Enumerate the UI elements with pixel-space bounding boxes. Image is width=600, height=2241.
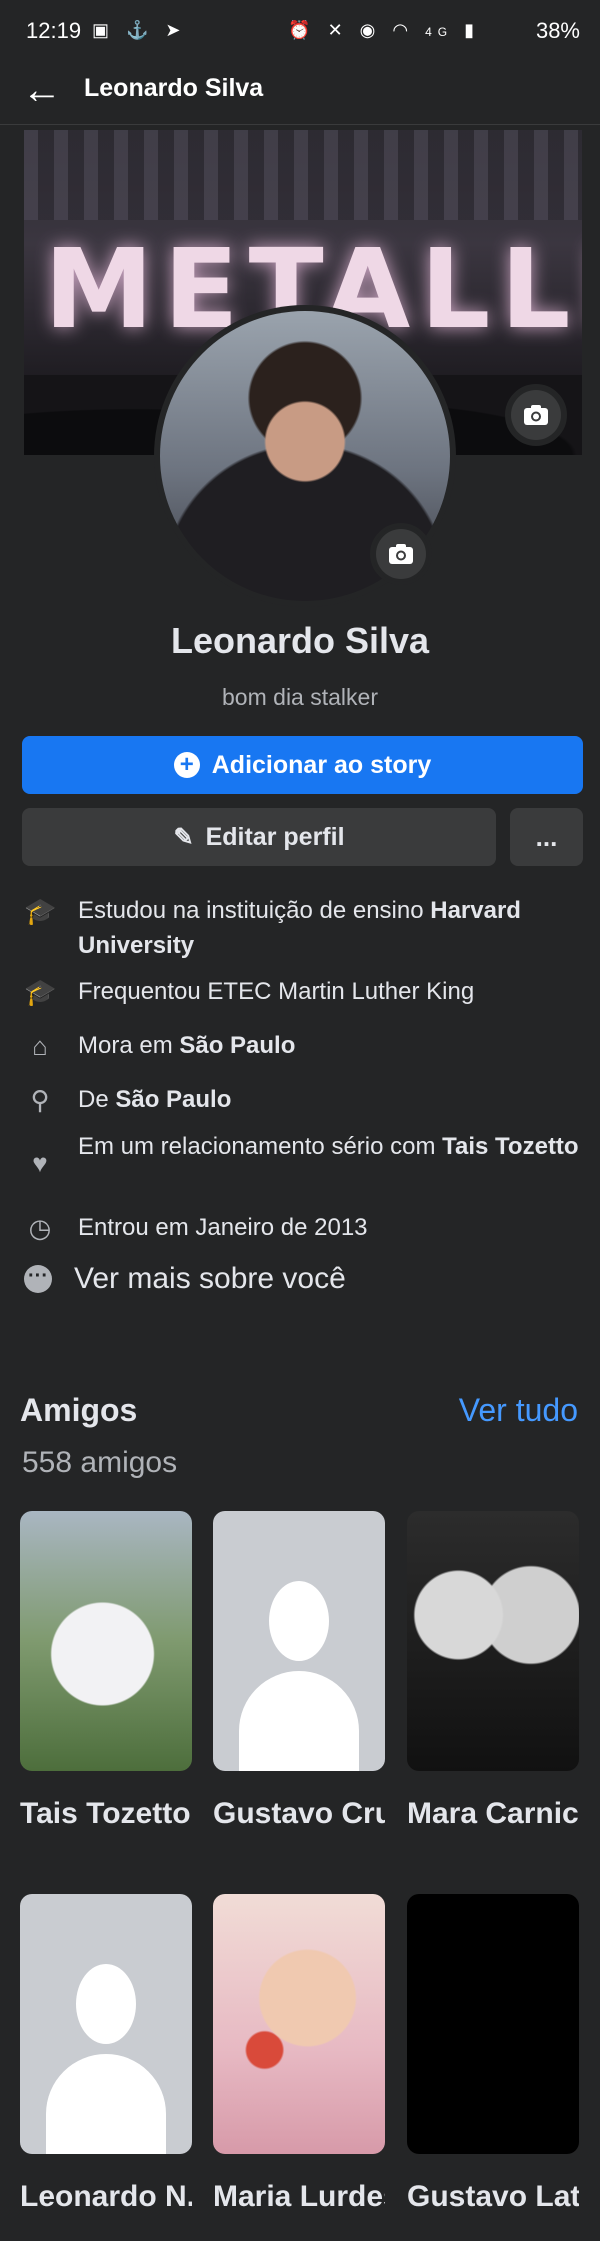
home-icon: ⌂ xyxy=(32,1031,48,1061)
friend-card[interactable]: Tais Tozetto xyxy=(20,1511,192,1831)
camera-icon xyxy=(376,529,426,579)
detail-bold: São Paulo xyxy=(115,1086,232,1113)
detail-text: Estudou na instituição de ensino xyxy=(78,897,431,924)
friend-photo xyxy=(20,1894,192,2154)
detail-text: Entrou em Janeiro de 2013 xyxy=(78,1214,368,1241)
plus-circle-icon: + xyxy=(173,752,200,778)
location-pin-icon: ⚲ xyxy=(30,1085,50,1115)
friend-card[interactable]: Gustavo Cruz xyxy=(213,1511,385,1831)
detail-text: Em um relacionamento sério com xyxy=(78,1133,443,1160)
graduation-cap-icon: 🎓 xyxy=(24,896,57,926)
add-story-label: Adicionar ao story xyxy=(211,750,432,779)
see-all-friends-link[interactable]: Ver tudo xyxy=(459,1392,578,1429)
friend-name: Mara Carnic... xyxy=(407,1797,579,1830)
see-more-about-label: Ver mais sobre você xyxy=(74,1262,346,1295)
profile-bio: bom dia stalker xyxy=(222,684,378,710)
top-nav: ← Leonardo Silva xyxy=(0,62,600,125)
cover-camera-button[interactable] xyxy=(505,384,567,446)
status-bar: 12:19 ▣ ⚓ ➤ ⏰ ✕ ◉ ◠ 4G ▮ 38% xyxy=(0,0,600,62)
more-dots-icon: ... xyxy=(535,821,558,852)
detail-school: 🎓 Frequentou ETEC Martin Luther King xyxy=(24,974,584,1009)
camera-icon xyxy=(511,390,561,440)
status-time: 12:19 xyxy=(26,18,82,43)
detail-text: Frequentou ETEC Martin Luther King xyxy=(78,978,475,1005)
friends-title: Amigos xyxy=(20,1392,138,1428)
friend-photo xyxy=(407,1511,579,1771)
detail-text: Mora em xyxy=(78,1032,180,1059)
heart-icon: ♥ xyxy=(32,1148,48,1178)
detail-relationship: ♥ Em um relacionamento sério com Tais To… xyxy=(24,1129,584,1179)
detail-from: ⚲ De São Paulo xyxy=(24,1082,584,1117)
friend-card[interactable]: Maria Lurdes xyxy=(213,1894,385,2214)
pencil-icon: ✎ xyxy=(173,823,194,851)
more-dots-icon: ··· xyxy=(24,1265,52,1293)
add-story-button[interactable]: + Adicionar ao story xyxy=(22,736,583,794)
friend-card[interactable]: Gustavo Lat... xyxy=(407,1894,579,2214)
graduation-cap-icon: 🎓 xyxy=(24,977,57,1007)
edit-profile-label: Editar perfil xyxy=(205,822,345,851)
back-arrow-icon[interactable]: ← xyxy=(22,70,62,110)
friend-photo xyxy=(20,1511,192,1771)
clock-icon: ◷ xyxy=(28,1213,52,1243)
friend-name: Leonardo N... xyxy=(20,2180,192,2213)
profile-name: Leonardo Silva xyxy=(170,620,430,661)
nav-title: Leonardo Silva xyxy=(84,74,264,102)
system-icons: ⏰ ✕ ◉ ◠ 4G ▮ xyxy=(288,20,480,40)
friend-photo xyxy=(407,1894,579,2154)
network-label: 4G xyxy=(425,25,454,39)
avatar-camera-button[interactable] xyxy=(370,523,432,585)
friend-card[interactable]: Leonardo N... xyxy=(20,1894,192,2214)
more-options-button[interactable]: ... xyxy=(510,808,583,866)
detail-education: 🎓 Estudou na instituição de ensino Harva… xyxy=(24,893,584,963)
detail-joined: ◷ Entrou em Janeiro de 2013 xyxy=(24,1210,584,1245)
friend-card[interactable]: Mara Carnic... xyxy=(407,1511,579,1831)
detail-bold: São Paulo xyxy=(179,1032,296,1059)
friend-name: Tais Tozetto xyxy=(20,1797,191,1830)
edit-profile-button[interactable]: ✎ Editar perfil xyxy=(22,808,496,866)
detail-bold: Tais Tozetto xyxy=(442,1133,579,1160)
see-more-about-you[interactable]: ··· Ver mais sobre você xyxy=(24,1262,346,1296)
friend-name: Gustavo Lat... xyxy=(407,2180,579,2213)
detail-lives-in: ⌂ Mora em São Paulo xyxy=(24,1028,584,1063)
friends-count: 558 amigos xyxy=(22,1446,178,1479)
detail-text: De xyxy=(78,1086,116,1113)
friend-photo xyxy=(213,1511,385,1771)
friend-name: Gustavo Cruz xyxy=(213,1797,385,1830)
notification-icons: ▣ ⚓ ➤ xyxy=(92,20,187,40)
stage-lights xyxy=(24,130,582,220)
friend-name: Maria Lurdes xyxy=(213,2180,385,2213)
battery-level: 38% xyxy=(535,18,580,43)
friend-photo xyxy=(213,1894,385,2154)
